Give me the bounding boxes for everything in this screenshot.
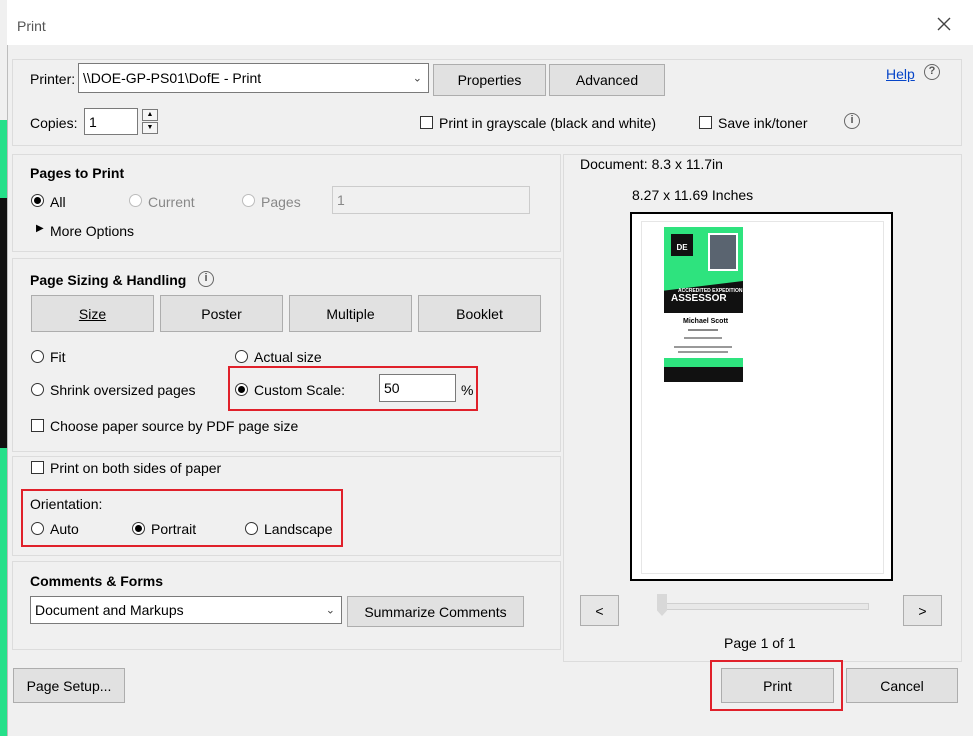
comments-value: Document and Markups [35,602,184,618]
info-icon[interactable]: i [844,113,860,129]
current-page-radio[interactable] [129,194,142,207]
all-pages-label: All [50,194,66,210]
info-icon[interactable]: i [198,271,214,287]
current-page-label: Current [148,194,195,210]
chevron-down-icon: ⌄ [325,604,335,617]
summarize-comments-button[interactable]: Summarize Comments [347,596,524,627]
page-indicator: Page 1 of 1 [724,635,796,651]
pages-range-radio[interactable] [242,194,255,207]
pages-range-input[interactable]: 1 [332,186,530,214]
save-ink-checkbox[interactable] [699,116,712,129]
copies-decrement[interactable]: ▼ [142,122,158,134]
card-text-line [678,351,728,353]
expand-triangle-icon[interactable]: ▶ [36,223,44,234]
grayscale-label: Print in grayscale (black and white) [439,115,657,131]
pages-range-label: Pages [261,194,301,210]
advanced-button[interactable]: Advanced [549,64,665,96]
chevron-down-icon: ⌄ [412,72,422,85]
prev-page-button[interactable]: < [580,595,619,626]
copies-increment[interactable]: ▲ [142,109,158,121]
page-size: 8.27 x 11.69 Inches [632,187,754,203]
paper-source-checkbox[interactable] [31,419,44,432]
close-icon[interactable] [934,14,954,34]
background-app-fragment [0,120,7,198]
copies-label: Copies: [30,115,78,131]
page-slider-track[interactable] [660,603,869,610]
help-icon[interactable]: ? [924,64,940,80]
title-bar [7,0,973,45]
properties-button[interactable]: Properties [433,64,546,96]
shrink-radio[interactable] [31,383,44,396]
duplex-checkbox[interactable] [31,461,44,474]
dialog-title: Print [17,18,46,34]
card-name: Michael Scott [683,318,729,325]
cancel-button[interactable]: Cancel [846,668,958,703]
booklet-tab-button[interactable]: Booklet [418,295,541,332]
orientation-highlight [21,489,343,547]
custom-scale-highlight [228,366,478,411]
next-page-button[interactable]: > [903,595,942,626]
card-logo: DE [671,234,693,256]
grayscale-checkbox[interactable] [420,116,433,129]
page-setup-button[interactable]: Page Setup... [13,668,125,703]
duplex-label: Print on both sides of paper [50,460,222,476]
fit-label: Fit [50,349,66,365]
printer-select[interactable]: \\DOE-GP-PS01\DofE - Print ⌄ [78,63,429,93]
fit-radio[interactable] [31,350,44,363]
actual-size-label: Actual size [254,349,322,365]
page-sizing-heading: Page Sizing & Handling [30,272,187,288]
all-pages-radio[interactable] [31,194,44,207]
help-link[interactable]: Help [886,66,915,82]
card-text-line [688,329,718,331]
card-footer [664,367,743,382]
size-tab-label: Size [78,305,107,322]
pages-to-print-heading: Pages to Print [30,165,125,181]
printer-value: \\DOE-GP-PS01\DofE - Print [83,70,262,86]
background-app-fragment [0,448,7,736]
printer-label: Printer: [30,71,76,87]
card-title: ASSESSOR [671,293,727,304]
actual-size-radio[interactable] [235,350,248,363]
comments-select[interactable]: Document and Markups ⌄ [30,596,342,624]
shrink-label: Shrink oversized pages [50,382,196,398]
document-size: Document: 8.3 x 11.7in [580,156,723,172]
card-photo [708,233,738,271]
card-text-line [674,346,732,348]
background-app-fragment [0,198,7,448]
print-button-highlight [710,660,843,711]
poster-tab-button[interactable]: Poster [160,295,283,332]
more-options-toggle[interactable]: More Options [50,223,134,239]
multiple-tab-button[interactable]: Multiple [289,295,412,332]
card-green-strip [664,358,743,367]
comments-heading: Comments & Forms [30,573,164,589]
paper-source-label: Choose paper source by PDF page size [50,418,299,434]
card-text-line [684,337,722,339]
copies-input[interactable]: 1 [84,108,138,135]
size-tab-button[interactable]: Size [31,295,154,332]
save-ink-label: Save ink/toner [718,115,808,131]
